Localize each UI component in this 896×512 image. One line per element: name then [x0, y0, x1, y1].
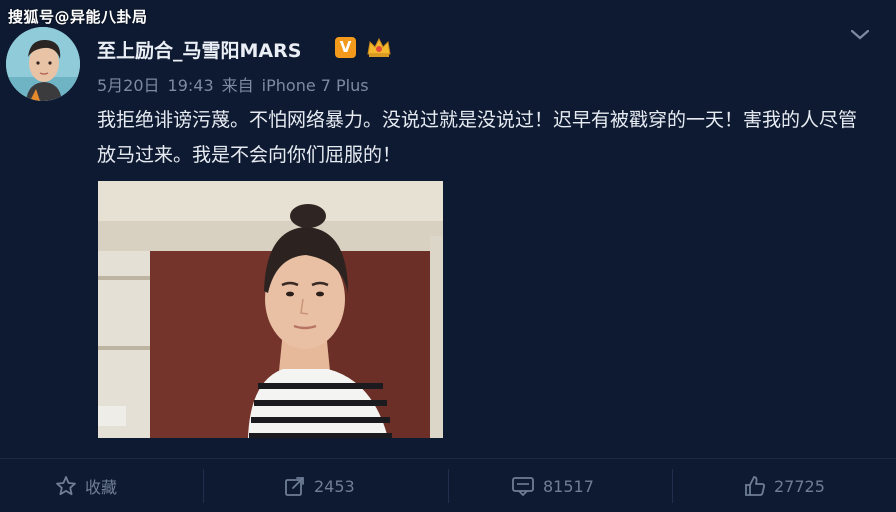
divider: [448, 469, 449, 503]
chevron-down-icon[interactable]: [848, 26, 872, 44]
comment-button[interactable]: 81517: [511, 459, 594, 512]
username[interactable]: 至上励合_马雪阳MARS: [97, 36, 301, 63]
repost-button[interactable]: 2453: [284, 459, 355, 512]
weibo-post-screen: 搜狐号@异能八卦局 至上励合_马雪阳MARS V 5月20日 19:43 来自 iPh…: [0, 0, 896, 512]
star-icon: [56, 476, 76, 496]
post-source-prefix: 来自: [221, 76, 254, 95]
comment-count: 81517: [543, 476, 594, 496]
avatar-image: [6, 27, 80, 101]
avatar[interactable]: [6, 27, 80, 101]
share-arrow-icon: [285, 477, 304, 496]
verified-v-icon: V: [335, 37, 356, 58]
favorite-label: 收藏: [85, 478, 118, 497]
post-time: 19:43: [167, 76, 214, 95]
comment-icon: [512, 477, 534, 497]
post-image[interactable]: [98, 181, 443, 438]
like-count: 27725: [774, 476, 825, 496]
like-button[interactable]: 27725: [744, 459, 825, 512]
post-text: 我拒绝诽谤污蔑。不怕网络暴力。没说过就是没说过！迟早有被戳穿的一天！害我的人尽管…: [97, 109, 858, 166]
watermark: 搜狐号@异能八卦局: [8, 8, 148, 26]
thumbs-up-icon: [745, 476, 765, 496]
crown-icon: [365, 35, 393, 59]
post-date: 5月20日: [97, 76, 160, 95]
post-source-device[interactable]: iPhone 7 Plus: [262, 76, 369, 95]
repost-count: 2453: [314, 476, 355, 496]
post-meta: 5月20日 19:43 来自 iPhone 7 Plus: [97, 72, 377, 96]
action-bar: 收藏 2453 81517 27725: [0, 458, 896, 512]
divider: [672, 469, 673, 503]
divider: [203, 469, 204, 503]
favorite-button[interactable]: 收藏: [55, 459, 117, 512]
